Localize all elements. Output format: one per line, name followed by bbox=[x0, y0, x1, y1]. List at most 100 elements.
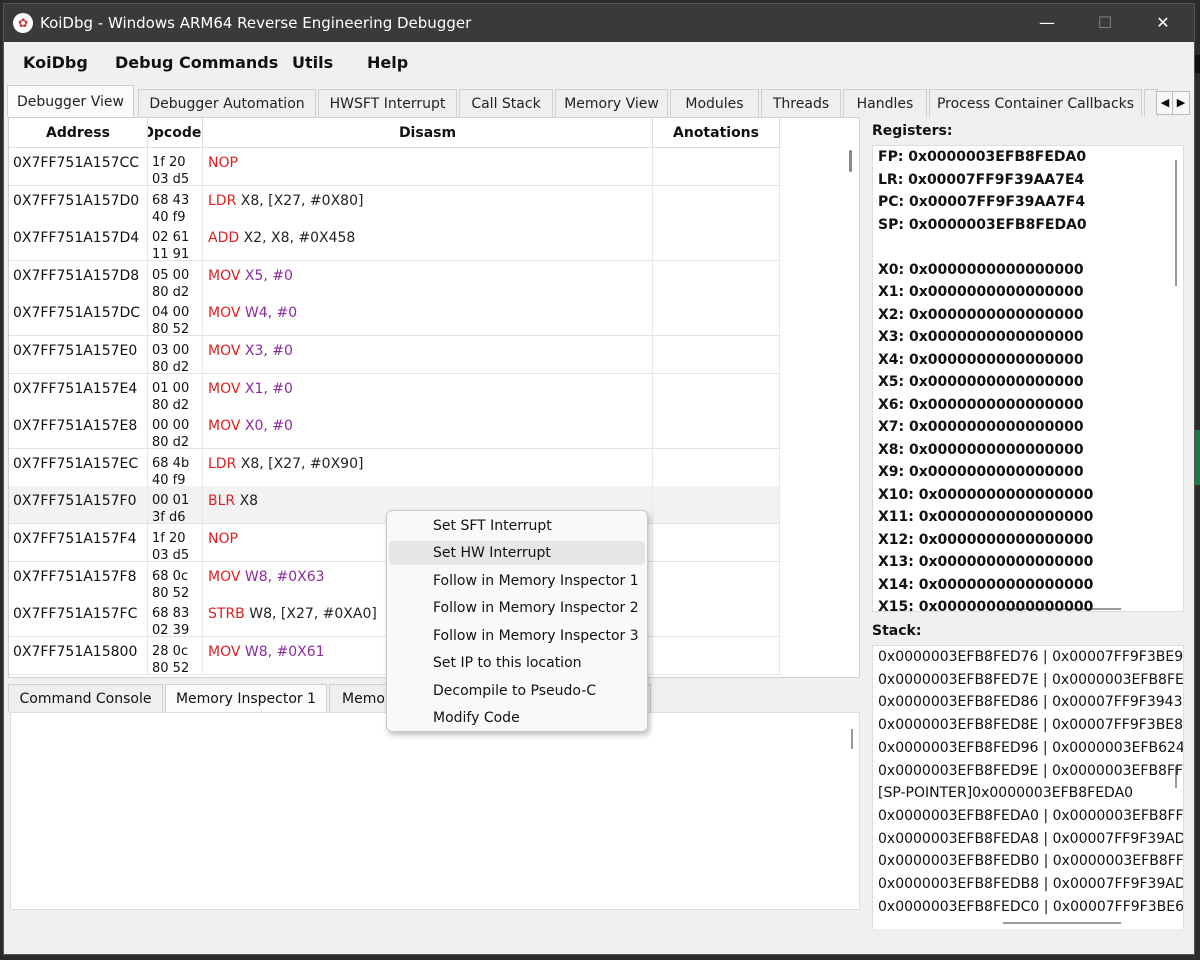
annotation-cell bbox=[653, 373, 780, 411]
stack-entry: 0x0000003EFB8FEDC0 | 0x00007FF9F3BE6C bbox=[878, 898, 1184, 915]
stack-entry: 0x0000003EFB8FED86 | 0x00007FF9F39433 bbox=[878, 694, 1184, 711]
register-value: X10: 0x0000000000000000 bbox=[878, 486, 1094, 503]
background-window-edge bbox=[1195, 430, 1200, 485]
annotation-cell bbox=[653, 411, 780, 449]
tab-threads[interactable]: Threads bbox=[761, 89, 841, 117]
register-value: PC: 0x00007FF9F39AA7F4 bbox=[878, 194, 1086, 210]
operands: X5, #0 bbox=[244, 267, 293, 284]
disasm-cell: MOV X5, #0 bbox=[203, 260, 653, 298]
context-menu-item[interactable]: Set SFT Interrupt bbox=[389, 514, 645, 538]
address-cell: 0X7FF751A157F4 bbox=[9, 524, 148, 561]
stack-entry: 0x0000003EFB8FED7E | 0x0000003EFB8FED bbox=[878, 671, 1184, 688]
annotation-cell bbox=[653, 185, 780, 223]
register-value: X8: 0x0000000000000000 bbox=[878, 441, 1084, 458]
address-cell: 0X7FF751A157E4 bbox=[9, 373, 148, 411]
context-menu-item[interactable]: Decompile to Pseudo-C bbox=[389, 679, 645, 703]
table-row[interactable]: 0X7FF751A157D0 68 43 40 f9 LDR X8, [X27, #… bbox=[9, 185, 780, 224]
opcode-cell: 02 61 11 91 bbox=[148, 223, 203, 261]
disasm-cell: LDR X8, [X27, #0X80] bbox=[203, 185, 653, 223]
stack-label: Stack: bbox=[872, 623, 922, 639]
app-window: ✿ KoiDbg - Windows ARM64 Reverse Enginee… bbox=[3, 3, 1195, 955]
annotation-cell bbox=[653, 336, 780, 373]
context-menu-item[interactable]: Follow in Memory Inspector 2 bbox=[389, 596, 645, 620]
main-tab-bar: Debugger View Debugger Automation HWSFT … bbox=[4, 85, 1194, 117]
operands: W8, [X27, #0XA0] bbox=[249, 606, 377, 623]
column-header-annotations[interactable]: Anotations bbox=[653, 118, 780, 148]
address-cell: 0X7FF751A157CC bbox=[9, 148, 148, 185]
context-menu-item[interactable]: Modify Code bbox=[389, 706, 645, 730]
mnemonic: MOV bbox=[208, 343, 241, 359]
registers-label: Registers: bbox=[872, 123, 953, 139]
console-scrollbar[interactable] bbox=[851, 729, 853, 749]
status-bar bbox=[4, 929, 1194, 954]
table-row[interactable]: 0X7FF751A157E8 00 00 80 d2 MOV X0, #0 bbox=[9, 411, 780, 450]
tab-hwsft-interrupt[interactable]: HWSFT Interrupt bbox=[318, 89, 457, 117]
registers-scrollbar[interactable] bbox=[1175, 160, 1177, 286]
table-row[interactable]: 0X7FF751A157D8 05 00 80 d2 MOV X5, #0 bbox=[9, 260, 780, 299]
stack-entry: 0x0000003EFB8FED9E | 0x0000003EFB8FF1 bbox=[878, 762, 1184, 779]
stack-panel: 0x0000003EFB8FED76 | 0x00007FF9F3BE90 0x0… bbox=[872, 645, 1184, 930]
column-header-opcode[interactable]: Opcode bbox=[148, 118, 203, 148]
menu-bar: KoiDbg Debug Commands Utils Help bbox=[4, 42, 1194, 82]
stack-hscrollbar[interactable] bbox=[1003, 922, 1121, 924]
annotation-cell bbox=[653, 599, 780, 637]
stack-entry: 0x0000003EFB8FED8E | 0x00007FF9F3BE80 bbox=[878, 717, 1184, 734]
mnemonic: LDR bbox=[208, 455, 237, 472]
table-row[interactable]: 0X7FF751A157E4 01 00 80 d2 MOV X1, #0 bbox=[9, 373, 780, 412]
opcode-cell: 68 0c 80 52 bbox=[148, 561, 203, 599]
opcode-cell: 28 0c 80 52 bbox=[148, 636, 203, 674]
address-cell: 0X7FF751A157D8 bbox=[9, 260, 148, 298]
operands: W8, #0X63 bbox=[244, 568, 325, 585]
menu-utils[interactable]: Utils bbox=[292, 53, 333, 72]
tab-call-stack[interactable]: Call Stack bbox=[459, 89, 553, 117]
opcode-cell: 68 4b 40 f9 bbox=[148, 448, 203, 486]
command-console-output[interactable] bbox=[10, 712, 860, 910]
context-menu-item[interactable]: Set HW Interrupt bbox=[389, 541, 645, 565]
annotation-cell bbox=[653, 486, 780, 524]
koi-logo-icon: ✿ bbox=[13, 13, 33, 33]
tab-debugger-view[interactable]: Debugger View bbox=[7, 85, 134, 117]
tab-memory-view[interactable]: Memory View bbox=[555, 89, 668, 117]
tab-process-container-callbacks[interactable]: Process Container Callbacks bbox=[929, 89, 1142, 117]
context-menu-item[interactable]: Follow in Memory Inspector 3 bbox=[389, 624, 645, 648]
register-value: X5: 0x0000000000000000 bbox=[878, 374, 1084, 390]
menu-help[interactable]: Help bbox=[367, 53, 408, 72]
tab-modules[interactable]: Modules bbox=[670, 89, 759, 117]
table-row[interactable]: 0X7FF751A157EC 68 4b 40 f9 LDR X8, [X27, #… bbox=[9, 448, 780, 487]
table-row[interactable]: 0X7FF751A157E0 03 00 80 d2 MOV X3, #0 bbox=[9, 336, 780, 374]
tab-debugger-automation[interactable]: Debugger Automation bbox=[138, 89, 316, 117]
mnemonic: MOV bbox=[208, 267, 241, 284]
tab-handles[interactable]: Handles bbox=[843, 89, 927, 117]
opcode-cell: 1f 20 03 d5 bbox=[148, 524, 203, 561]
menu-koidbg[interactable]: KoiDbg bbox=[23, 53, 88, 72]
tab-command-console[interactable]: Command Console bbox=[8, 684, 163, 712]
opcode-cell: 05 00 80 d2 bbox=[148, 260, 203, 298]
column-header-disasm[interactable]: Disasm bbox=[203, 118, 653, 148]
mnemonic: LDR bbox=[208, 192, 237, 209]
chevron-right-icon[interactable]: ▶ bbox=[1172, 91, 1190, 115]
opcode-cell: 68 43 40 f9 bbox=[148, 185, 203, 223]
table-row[interactable]: 0X7FF751A157DC 04 00 80 52 MOV W4, #0 bbox=[9, 298, 780, 337]
column-header-address[interactable]: Address bbox=[9, 118, 148, 148]
annotation-cell bbox=[653, 448, 780, 486]
tab-memory-inspector-1[interactable]: Memory Inspector 1 bbox=[165, 684, 327, 712]
context-menu-item[interactable]: Follow in Memory Inspector 1 bbox=[389, 569, 645, 593]
background-window-edge bbox=[1195, 55, 1200, 73]
mnemonic: BLR bbox=[208, 493, 236, 510]
register-value: FP: 0x0000003EFB8FEDA0 bbox=[878, 149, 1087, 165]
maximize-button[interactable]: ☐ bbox=[1077, 8, 1133, 38]
annotation-cell bbox=[653, 260, 780, 298]
disassembly-scrollbar[interactable] bbox=[849, 150, 852, 172]
table-row[interactable]: 0X7FF751A157CC 1f 20 03 d5 NOP bbox=[9, 148, 780, 186]
menu-debug-commands[interactable]: Debug Commands bbox=[115, 53, 278, 72]
address-cell: 0X7FF751A157D4 bbox=[9, 223, 148, 261]
stack-entry: 0x0000003EFB8FED76 | 0x00007FF9F3BE90 bbox=[878, 649, 1184, 665]
context-menu-item[interactable]: Set IP to this location bbox=[389, 651, 645, 675]
operands: W8, #0X61 bbox=[244, 643, 325, 660]
operands: X1, #0 bbox=[244, 380, 293, 397]
minimize-button[interactable]: — bbox=[1019, 8, 1075, 38]
close-button[interactable]: ✕ bbox=[1135, 8, 1191, 38]
disasm-cell: MOV X1, #0 bbox=[203, 373, 653, 411]
table-row[interactable]: 0X7FF751A157D4 02 61 11 91 ADD X2, X8, #0X… bbox=[9, 223, 780, 262]
mnemonic: ADD bbox=[208, 230, 240, 247]
